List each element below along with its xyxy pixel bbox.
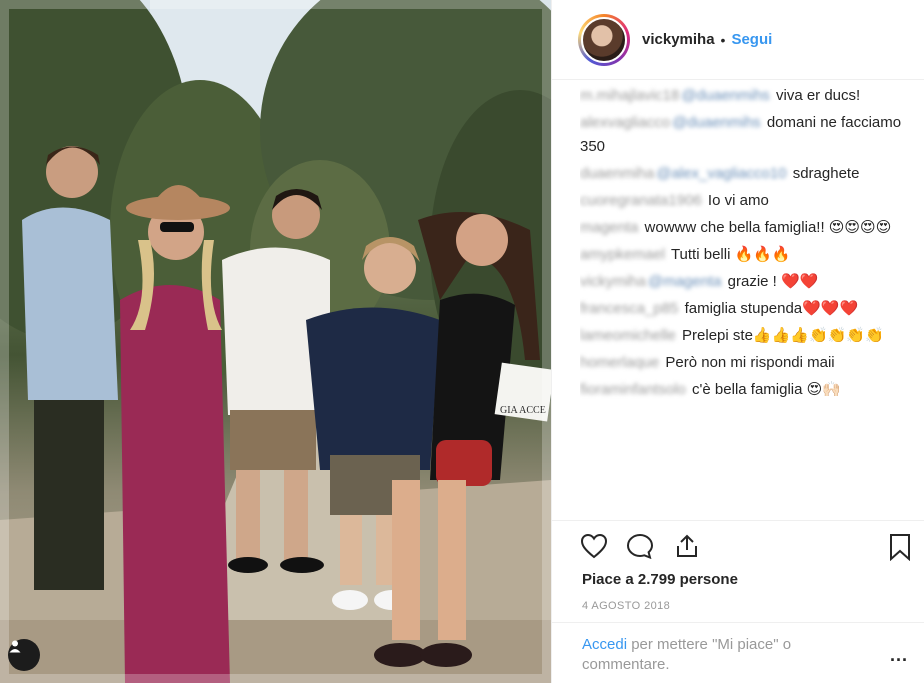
- comment-text: c'è bella famiglia 😍🙌🏻: [687, 381, 841, 398]
- comment-text: viva er ducs!: [771, 87, 861, 104]
- comment-text: Prelepi ste👍👍👍👏👏👏👏: [677, 327, 884, 344]
- separator-dot: •: [720, 31, 726, 48]
- comment-text: Io vi amo: [703, 192, 769, 209]
- comment-item: alexvagliacco @duaenmihs domani ne faccia…: [580, 111, 910, 159]
- comment-item: vickymiha @magenta grazie ! ❤️❤️: [580, 270, 910, 294]
- comment-bubble-icon[interactable]: [626, 533, 654, 564]
- comment-item: francesca_p85 famiglia stupenda❤️❤️❤️: [580, 297, 910, 321]
- more-options-icon[interactable]: ...: [890, 645, 908, 666]
- post-side-panel: vickymiha • Segui m.mihajlavic18 @duaenmi…: [551, 0, 924, 683]
- comment-text: famiglia stupenda❤️❤️❤️: [680, 300, 859, 317]
- comment-username[interactable]: cuoregranata1906: [580, 192, 702, 209]
- avatar[interactable]: [578, 13, 630, 66]
- follow-button[interactable]: Segui: [731, 31, 772, 48]
- login-text: Accedi per mettere "Mi piace" o commenta…: [582, 635, 852, 675]
- login-prompt: Accedi per mettere "Mi piace" o commenta…: [552, 622, 924, 683]
- comment-item: duaenmiha @alex_vagliacco10 sdraghete: [580, 162, 910, 186]
- comment-item: cuoregranata1906 Io vi amo: [580, 189, 910, 213]
- post-photo[interactable]: GIA ACCE: [0, 0, 551, 683]
- comment-username[interactable]: vickymiha: [580, 273, 646, 290]
- comment-item: lameomichelle Prelepi ste👍👍👍👏👏👏👏: [580, 324, 910, 348]
- tag-button[interactable]: [8, 639, 40, 671]
- comments-list: m.mihajlavic18 @duaenmihs viva er ducs! al…: [580, 84, 910, 514]
- likes-count[interactable]: Piace a 2.799 persone: [582, 571, 738, 588]
- post-header: vickymiha • Segui: [552, 0, 924, 80]
- username-link[interactable]: vickymiha: [642, 31, 715, 48]
- comment-username[interactable]: fioraminfantsolo: [580, 381, 686, 398]
- comment-mention[interactable]: @magenta: [648, 273, 722, 290]
- comment-username[interactable]: francesca_p85: [580, 300, 678, 317]
- comment-item: magenta wowww che bella famiglia!! 😍😍😍😍: [580, 216, 910, 240]
- action-bar: Piace a 2.799 persone 4 AGOSTO 2018: [552, 520, 924, 621]
- comment-username[interactable]: m.mihajlavic18: [580, 87, 679, 104]
- comment-username[interactable]: homerlaque: [580, 354, 659, 371]
- comment-text: wowww che bella famiglia!! 😍😍😍😍: [640, 219, 892, 236]
- comment-text: sdraghete: [788, 165, 860, 182]
- heart-outline-icon[interactable]: [580, 533, 608, 564]
- comment-username[interactable]: duaenmiha: [580, 165, 654, 182]
- sign-text: GIA ACCE: [500, 405, 546, 416]
- bookmark-icon[interactable]: [888, 533, 912, 566]
- comment-username[interactable]: amypkemael: [580, 246, 665, 263]
- comment-username[interactable]: alexvagliacco: [580, 114, 670, 131]
- comment-text: grazie ! ❤️❤️: [723, 273, 819, 290]
- comment-item: homerlaque Però non mi rispondi maii: [580, 351, 910, 375]
- comment-mention[interactable]: @alex_vagliacco10: [656, 165, 786, 182]
- comment-mention[interactable]: @duaenmihs: [681, 87, 770, 104]
- photo-illustration: GIA ACCE: [0, 0, 551, 683]
- post-date: 4 AGOSTO 2018: [582, 600, 671, 612]
- comment-text: Però non mi rispondi maii: [661, 354, 835, 371]
- comment-item: fioraminfantsolo c'è bella famiglia 😍🙌🏻: [580, 378, 910, 402]
- comment-username[interactable]: lameomichelle: [580, 327, 676, 344]
- comment-mention[interactable]: @duaenmihs: [672, 114, 761, 131]
- comment-item: m.mihajlavic18 @duaenmihs viva er ducs!: [580, 84, 910, 108]
- comment-username[interactable]: magenta: [580, 219, 638, 236]
- share-upload-icon[interactable]: [674, 533, 700, 564]
- comment-item: amypkemael Tutti belli 🔥🔥🔥: [580, 243, 910, 267]
- login-link[interactable]: Accedi: [582, 636, 627, 653]
- comment-text: Tutti belli 🔥🔥🔥: [667, 246, 791, 263]
